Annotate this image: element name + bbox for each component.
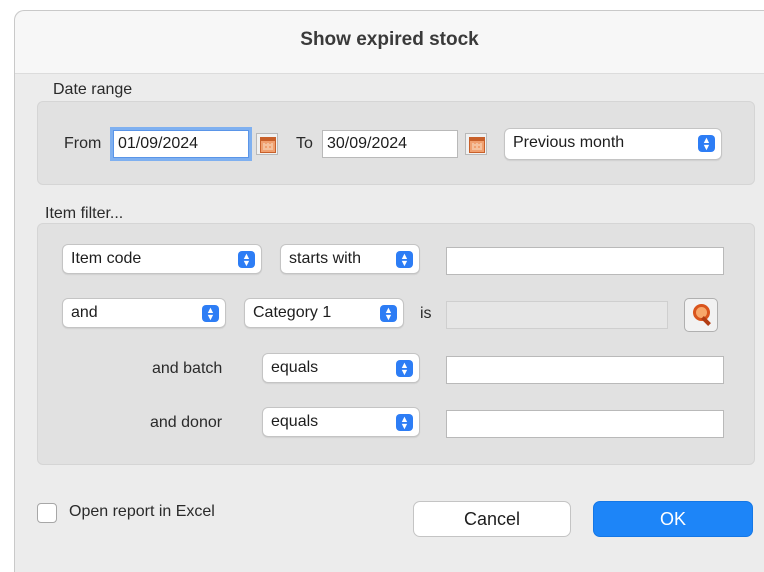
filter-operator-select[interactable]: starts with ▲ ▼	[280, 244, 420, 274]
batch-label: and batch	[152, 360, 223, 377]
category-select[interactable]: Category 1 ▲ ▼	[244, 298, 404, 328]
chevron-updown-icon: ▲ ▼	[698, 135, 715, 152]
batch-operator-select[interactable]: equals ▲ ▼	[262, 353, 420, 383]
item-filter-label: Item filter...	[45, 205, 124, 222]
chevron-updown-icon: ▲ ▼	[396, 414, 413, 431]
chevron-updown-icon: ▲ ▼	[238, 251, 255, 268]
filter-value-input[interactable]	[446, 247, 724, 275]
chevron-updown-icon: ▲ ▼	[396, 251, 413, 268]
category-value: Category 1	[253, 304, 332, 321]
category-value-input	[446, 301, 668, 329]
filter-field-value: Item code	[71, 250, 142, 267]
title-bar: Show expired stock	[15, 11, 764, 74]
batch-value-input[interactable]	[446, 356, 724, 384]
date-preset-select[interactable]: Previous month ▲ ▼	[504, 128, 722, 160]
dialog-title: Show expired stock	[300, 29, 479, 50]
filter-field-select[interactable]: Item code ▲ ▼	[62, 244, 262, 274]
from-date-input[interactable]: 01/09/2024	[113, 130, 249, 158]
item-filter-group: Item code ▲ ▼ starts with ▲ ▼ and ▲ ▼ Categ…	[37, 223, 755, 465]
category-search-button[interactable]	[684, 298, 718, 332]
is-label: is	[420, 305, 432, 322]
filter-operator-value: starts with	[289, 250, 362, 267]
donor-value-input[interactable]	[446, 410, 724, 438]
ok-button[interactable]: OK	[593, 501, 753, 537]
search-icon-handle	[701, 316, 711, 326]
date-range-group: From 01/09/2024 To 30/09/2024 Previous m…	[37, 101, 755, 185]
donor-operator-select[interactable]: equals ▲ ▼	[262, 407, 420, 437]
batch-operator-value: equals	[271, 359, 319, 376]
donor-operator-value: equals	[271, 413, 319, 430]
chevron-updown-icon: ▲ ▼	[380, 305, 397, 322]
dialog-window: Show expired stock Date range From 01/09…	[14, 10, 764, 572]
from-label: From	[64, 135, 102, 152]
open-in-excel-checkbox[interactable]	[37, 503, 57, 523]
open-in-excel-label[interactable]: Open report in Excel	[69, 503, 215, 521]
from-calendar-icon[interactable]	[256, 133, 278, 155]
conjunction-value: and	[71, 304, 98, 321]
chevron-updown-icon: ▲ ▼	[396, 360, 413, 377]
donor-label: and donor	[150, 414, 223, 431]
date-preset-value: Previous month	[513, 134, 625, 151]
cancel-button[interactable]: Cancel	[413, 501, 571, 537]
to-label: To	[296, 135, 313, 152]
chevron-updown-icon: ▲ ▼	[202, 305, 219, 322]
to-calendar-icon[interactable]	[465, 133, 487, 155]
conjunction-select[interactable]: and ▲ ▼	[62, 298, 226, 328]
date-range-label: Date range	[53, 81, 133, 98]
to-date-input[interactable]: 30/09/2024	[322, 130, 458, 158]
